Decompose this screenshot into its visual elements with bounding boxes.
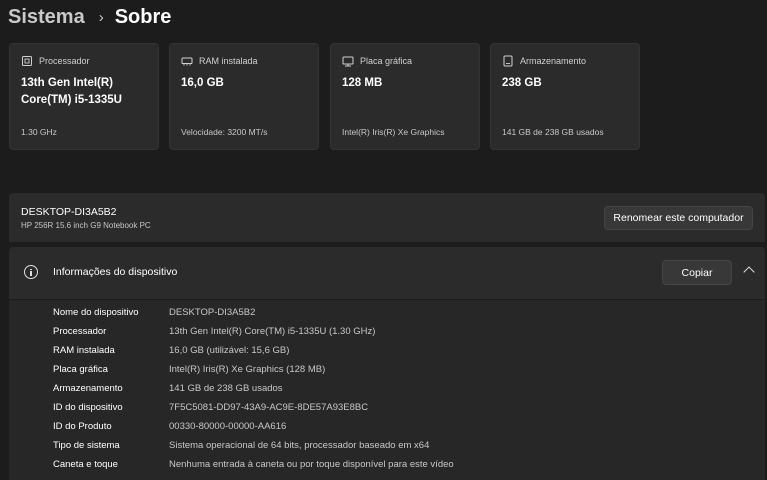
page-title: Sobre: [114, 5, 172, 28]
card-label: RAM instalada: [199, 56, 258, 66]
spec-value: 13th Gen Intel(R) Core(TM) i5-1335U (1.3…: [169, 326, 376, 337]
spec-label: RAM instalada: [53, 345, 115, 356]
card-subtext: 1.30 GHz: [21, 127, 57, 137]
pc-name: DESKTOP-DI3A5B2: [21, 206, 117, 218]
processor-icon: [22, 56, 32, 66]
device-info-body: Nome do dispositivo DESKTOP-DI3A5B2 Proc…: [9, 299, 765, 480]
card-value: 238 GB: [502, 77, 542, 89]
info-icon: [24, 265, 38, 279]
card-subtext: Intel(R) Iris(R) Xe Graphics: [342, 127, 445, 137]
spec-value: 141 GB de 238 GB usados: [169, 383, 283, 394]
spec-value: Intel(R) Iris(R) Xe Graphics (128 MB): [169, 364, 326, 375]
card-value: 128 MB: [342, 77, 383, 89]
spec-row: Nome do dispositivo DESKTOP-DI3A5B2: [9, 304, 765, 323]
card-label: Processador: [39, 56, 90, 66]
spec-value: DESKTOP-DI3A5B2: [169, 307, 256, 318]
about-page: Sistema › Sobre Processador 13th Gen Int…: [0, 0, 767, 480]
spec-card-graphics: Placa gráfica 128 MB Intel(R) Iris(R) Xe…: [330, 43, 480, 150]
spec-value: Nenhuma entrada à caneta ou por toque di…: [169, 459, 454, 470]
spec-row: Tipo de sistema Sistema operacional de 6…: [9, 437, 765, 456]
device-info-header[interactable]: Informações do dispositivo Copiar: [9, 247, 765, 299]
spec-label: Caneta e toque: [53, 459, 118, 470]
graphics-card-icon: [342, 56, 354, 67]
spec-value: 00330-80000-00000-AA616: [169, 421, 287, 432]
card-value: 16,0 GB: [181, 77, 224, 89]
card-label: Armazenamento: [520, 56, 587, 66]
spec-value: Sistema operacional de 64 bits, processa…: [169, 440, 430, 451]
spec-card-processor: Processador 13th Gen Intel(R) Core(TM) i…: [9, 43, 159, 150]
card-subtext: Velocidade: 3200 MT/s: [181, 127, 268, 137]
card-label: Placa gráfica: [360, 56, 413, 66]
copy-button[interactable]: Copiar: [662, 260, 732, 285]
pc-model: HP 256R 15.6 inch G9 Notebook PC: [21, 221, 151, 230]
spec-value: 7F5C5081-DD97-43A9-AC9E-8DE57A93E8BC: [169, 402, 369, 413]
breadcrumb: Sistema › Sobre: [8, 3, 171, 31]
chevron-right-icon: ›: [98, 8, 104, 26]
spec-label: Placa gráfica: [53, 364, 108, 375]
chevron-up-icon[interactable]: [743, 266, 755, 278]
spec-card-ram: RAM instalada 16,0 GB Velocidade: 3200 M…: [169, 43, 319, 150]
pc-name-section: DESKTOP-DI3A5B2 HP 256R 15.6 inch G9 Not…: [9, 193, 765, 242]
spec-label: Armazenamento: [53, 383, 123, 394]
card-value: 13th Gen Intel(R) Core(TM) i5-1335U: [21, 77, 122, 106]
spec-label: Processador: [53, 326, 107, 337]
spec-label: ID do dispositivo: [53, 402, 123, 413]
spec-row: Caneta e toque Nenhuma entrada à caneta …: [9, 456, 765, 475]
spec-value: 16,0 GB (utilizável: 15,6 GB): [169, 345, 290, 356]
spec-row: RAM instalada 16,0 GB (utilizável: 15,6 …: [9, 342, 765, 361]
device-info-title: Informações do dispositivo: [53, 266, 178, 278]
spec-card-storage: Armazenamento 238 GB 141 GB de 238 GB us…: [490, 43, 640, 150]
spec-row: Placa gráfica Intel(R) Iris(R) Xe Graphi…: [9, 361, 765, 380]
spec-row: Armazenamento 141 GB de 238 GB usados: [9, 380, 765, 399]
storage-icon: [503, 55, 513, 67]
rename-pc-button[interactable]: Renomear este computador: [604, 206, 753, 230]
card-subtext: 141 GB de 238 GB usados: [502, 127, 604, 137]
ram-icon: [181, 57, 193, 66]
spec-row: ID do Produto 00330-80000-00000-AA616: [9, 418, 765, 437]
spec-row: Processador 13th Gen Intel(R) Core(TM) i…: [9, 323, 765, 342]
breadcrumb-parent-sistema[interactable]: Sistema: [8, 6, 85, 29]
spec-label: Nome do dispositivo: [53, 307, 139, 318]
spec-label: ID do Produto: [53, 421, 112, 432]
spec-row: ID do dispositivo 7F5C5081-DD97-43A9-AC9…: [9, 399, 765, 418]
spec-label: Tipo de sistema: [53, 440, 120, 451]
